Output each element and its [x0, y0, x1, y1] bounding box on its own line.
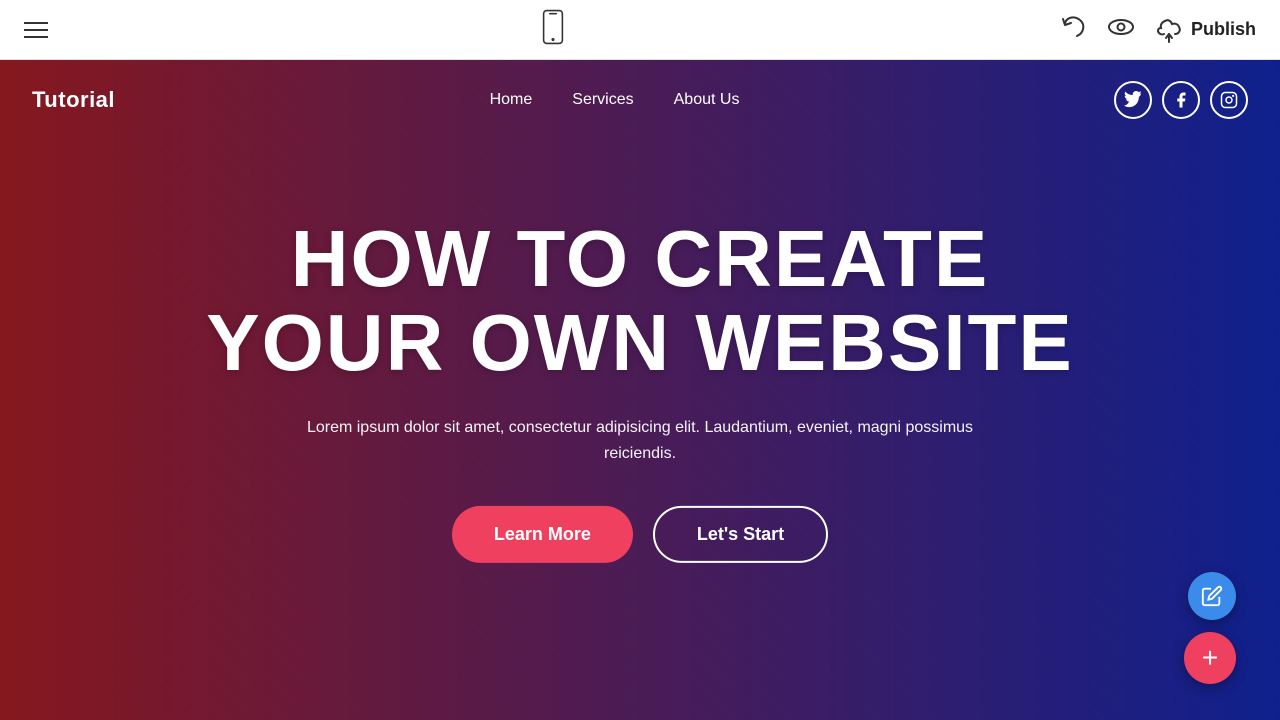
fab-edit-button[interactable] — [1188, 572, 1236, 620]
hero-title-line1: HOW TO CREATE — [291, 214, 990, 303]
publish-button[interactable]: Publish — [1155, 16, 1256, 44]
toolbar-left — [24, 22, 48, 38]
publish-cloud-icon — [1155, 16, 1183, 44]
hero-content: HOW TO CREATE YOUR OWN WEBSITE Lorem ips… — [0, 217, 1280, 563]
learn-more-button[interactable]: Learn More — [452, 506, 633, 563]
eye-icon[interactable] — [1107, 13, 1135, 46]
hero-title: HOW TO CREATE YOUR OWN WEBSITE — [80, 217, 1200, 385]
toolbar: Publish — [0, 0, 1280, 60]
website-preview: Tutorial Home Services About Us — [0, 60, 1280, 720]
site-nav-social — [1114, 81, 1248, 119]
twitter-button[interactable] — [1114, 81, 1152, 119]
plus-icon: + — [1202, 644, 1218, 672]
site-navigation: Tutorial Home Services About Us — [0, 60, 1280, 140]
instagram-button[interactable] — [1210, 81, 1248, 119]
publish-label: Publish — [1191, 19, 1256, 40]
nav-link-services[interactable]: Services — [572, 91, 633, 109]
phone-icon[interactable] — [539, 9, 567, 50]
nav-link-home[interactable]: Home — [490, 91, 533, 109]
toolbar-right: Publish — [1059, 13, 1256, 46]
site-logo: Tutorial — [32, 87, 115, 113]
nav-link-about[interactable]: About Us — [674, 91, 740, 109]
site-nav-links: Home Services About Us — [490, 91, 740, 109]
fab-add-button[interactable]: + — [1184, 632, 1236, 684]
toolbar-center — [539, 9, 567, 50]
facebook-button[interactable] — [1162, 81, 1200, 119]
hero-buttons: Learn More Let's Start — [80, 506, 1200, 563]
undo-icon[interactable] — [1059, 13, 1087, 46]
hero-subtitle: Lorem ipsum dolor sit amet, consectetur … — [290, 415, 990, 466]
hero-title-line2: YOUR OWN WEBSITE — [206, 298, 1074, 387]
hamburger-icon[interactable] — [24, 22, 48, 38]
lets-start-button[interactable]: Let's Start — [653, 506, 828, 563]
